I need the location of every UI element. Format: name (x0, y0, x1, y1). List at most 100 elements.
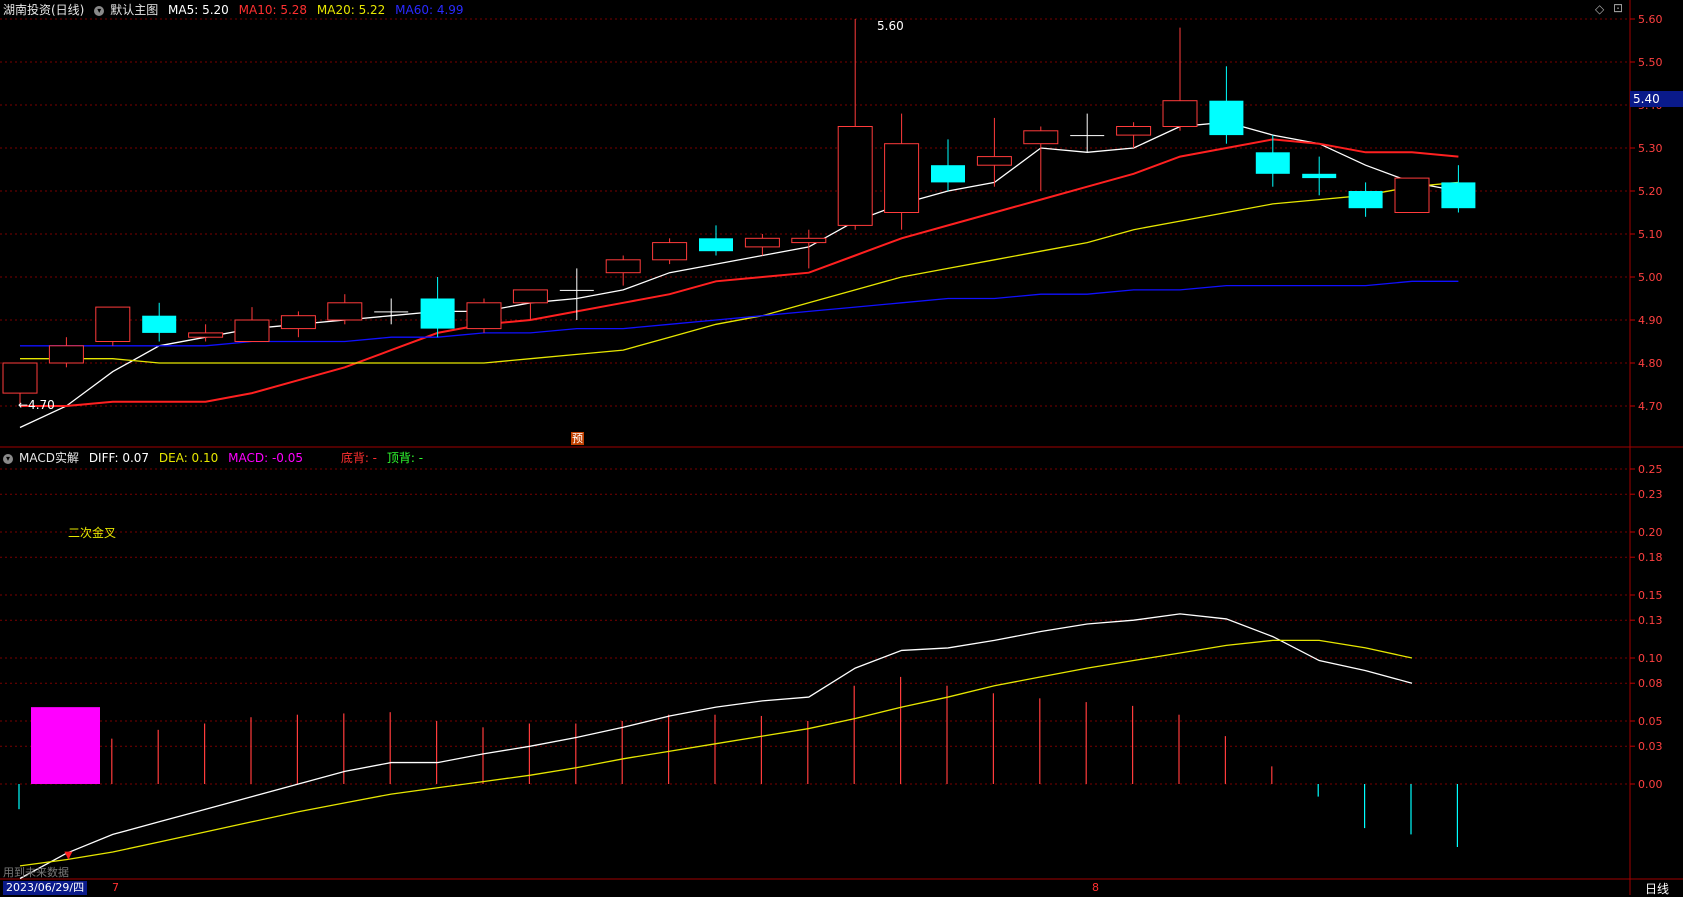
candle-body (559, 289, 594, 291)
candle-body (1023, 130, 1059, 145)
candle (420, 277, 455, 338)
macd-name[interactable]: MACD实解 (19, 451, 79, 465)
candle-body (188, 332, 224, 338)
candle (931, 139, 965, 191)
candle (1023, 126, 1059, 191)
macd-tick-label: 0.08 (1638, 677, 1663, 690)
candle-body (280, 315, 316, 330)
main-chart-toggle[interactable]: ▾ 默认主图 (94, 3, 158, 17)
chevron-down-icon[interactable]: ▾ (94, 5, 105, 16)
candle-body (95, 306, 131, 343)
price-tick-label: 5.30 (1638, 142, 1663, 155)
ma5-value: MA5: 5.20 (168, 3, 229, 17)
macd-value: MACD: -0.05 (228, 451, 303, 465)
golden-cross-label: 二次金叉 (68, 526, 117, 540)
candle-body (1162, 100, 1198, 127)
ma60-value: MA60: 4.99 (395, 3, 464, 17)
candle (280, 311, 316, 338)
candle-body (699, 238, 733, 252)
chevron-down-icon[interactable]: ▾ (3, 453, 13, 464)
candle (605, 255, 641, 286)
candle (837, 19, 873, 230)
ma-line-ma5 (19, 121, 1459, 429)
candle (142, 302, 177, 342)
candle (699, 225, 733, 256)
price-tick-label: 5.00 (1638, 271, 1663, 284)
macd-header: ▾ MACD实解 DIFF: 0.07 DEA: 0.10 MACD: -0.05… (3, 449, 429, 466)
candle (374, 298, 409, 325)
candle (1162, 27, 1198, 131)
price-header: 湖南投资(日线) ▾ 默认主图 MA5: 5.20 MA10: 5.28 MA20… (3, 1, 470, 18)
candle (1070, 113, 1105, 153)
candle (744, 234, 780, 256)
candle (1441, 165, 1476, 213)
candle (466, 298, 502, 333)
top-divergence: 顶背: - (386, 451, 424, 465)
diff-value: DIFF: 0.07 (88, 451, 150, 465)
macd-tick-label: 0.25 (1638, 463, 1663, 476)
ma-line-ma10 (20, 138, 1459, 407)
price-tick-label: 4.80 (1638, 357, 1663, 370)
candle (559, 268, 594, 320)
macd-tick-label: 0.10 (1638, 652, 1663, 665)
macd-tick-label: 0.13 (1638, 614, 1663, 627)
candle-body (374, 311, 409, 313)
candle-body (931, 165, 965, 183)
candle (234, 307, 270, 342)
candle-body (512, 289, 548, 304)
bottom-divergence: 底背: - (340, 451, 378, 465)
price-tick-label: 5.60 (1638, 13, 1663, 26)
macd-tick-label: 0.18 (1638, 551, 1663, 564)
ma20-value: MA20: 5.22 (316, 3, 386, 17)
current-price-tag: 5.40 (1630, 91, 1683, 107)
candle (1348, 182, 1383, 217)
chart-canvas: 5.60 5.50 5.40 5.30 5.20 5.10 5.00 4.90 4.80 4.70… (0, 0, 1683, 895)
candle-body (420, 298, 455, 329)
candle-body (1441, 182, 1476, 209)
main-chart-label: 默认主图 (110, 3, 159, 17)
candle (1116, 122, 1152, 148)
macd-signal-block (31, 707, 100, 784)
candle-body (48, 345, 84, 364)
candle-body (605, 259, 641, 274)
cursor-date: 2023/06/29/四 (3, 881, 88, 895)
month-7-label: 7 (112, 881, 119, 894)
candle-body (234, 319, 270, 342)
candle (1302, 156, 1337, 196)
macd-tick-label: 0.05 (1638, 715, 1663, 728)
candle-body (837, 126, 873, 226)
forecast-badge[interactable]: 预 (571, 432, 584, 445)
candle-body (1116, 126, 1152, 136)
candle (1394, 177, 1430, 214)
candle-body (791, 237, 827, 244)
diamond-icon[interactable]: ◇ (1595, 2, 1604, 16)
price-tick-label: 5.50 (1638, 56, 1663, 69)
period-label[interactable]: 日线 (1645, 880, 1669, 897)
future-data-note: 用到未来数据 (3, 866, 69, 879)
candle (976, 117, 1012, 187)
candle-body (1209, 100, 1244, 136)
candle-body (884, 143, 920, 213)
candle (884, 113, 920, 230)
candle-body (976, 156, 1012, 166)
high-price-label: 5.60 (877, 19, 904, 33)
macd-tick-label: 0.00 (1638, 778, 1663, 791)
macd-tick-label: 0.23 (1638, 488, 1663, 501)
ma10-value: MA10: 5.28 (238, 3, 308, 17)
price-tick-label: 5.10 (1638, 228, 1663, 241)
candle (1209, 66, 1244, 144)
dea-value: DEA: 0.10 (158, 451, 219, 465)
price-tick-label: 5.20 (1638, 185, 1663, 198)
window-toggle-icon[interactable]: ⊡ (1613, 1, 1623, 15)
candle (327, 294, 363, 325)
candle-body (652, 242, 688, 261)
stock-title[interactable]: 湖南投资(日线) (3, 3, 84, 17)
candle-body (327, 302, 363, 321)
macd-tick-label: 0.15 (1638, 589, 1663, 602)
month-8-label: 8 (1092, 881, 1099, 894)
candle (1255, 135, 1290, 187)
price-tick-label: 4.90 (1638, 314, 1663, 327)
candle-body (1302, 173, 1337, 179)
candle-body (142, 315, 177, 333)
macd-tick-label: 0.03 (1638, 740, 1663, 753)
